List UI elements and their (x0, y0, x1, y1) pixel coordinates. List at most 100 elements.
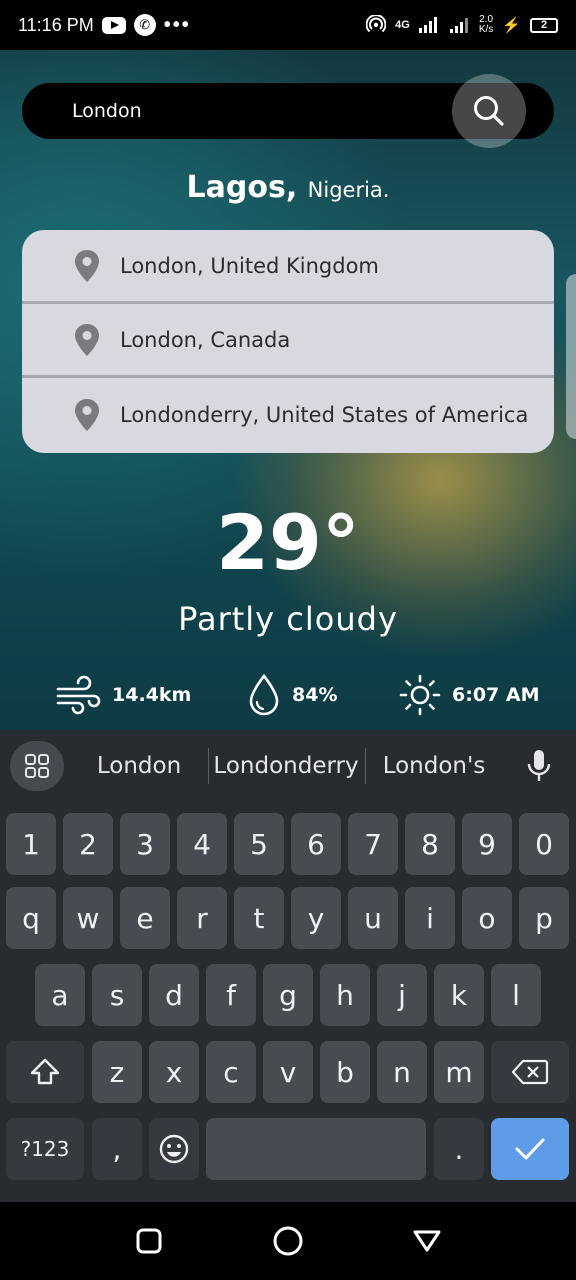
side-panel-handle[interactable] (566, 274, 576, 439)
data-speed: 2.0 K/s (479, 15, 493, 35)
key-g[interactable]: g (263, 964, 313, 1026)
result-label: London, United Kingdom (120, 253, 379, 278)
checkmark-icon (515, 1138, 545, 1160)
search-icon (474, 96, 504, 126)
key-s[interactable]: s (92, 964, 142, 1026)
key-1[interactable]: 1 (6, 813, 56, 875)
keyboard: London Londonderry London's 1 2 3 4 5 6 … (0, 730, 576, 1202)
back-button[interactable] (410, 1224, 444, 1258)
key-o[interactable]: o (462, 887, 512, 949)
suggestion-bar: London Londonderry London's (0, 730, 576, 802)
humidity-value: 84% (292, 684, 338, 706)
search-result-item[interactable]: London, United Kingdom (22, 230, 554, 304)
key-a[interactable]: a (35, 964, 85, 1026)
key-f[interactable]: f (206, 964, 256, 1026)
suggestion-item[interactable]: London's (368, 746, 500, 786)
wind-stat: 14.4km (56, 670, 191, 720)
key-9[interactable]: 9 (462, 813, 512, 875)
wind-icon (56, 675, 101, 715)
suggestion-divider (365, 748, 366, 784)
key-d[interactable]: d (149, 964, 199, 1026)
result-label: London, Canada (120, 327, 291, 352)
key-6[interactable]: 6 (291, 813, 341, 875)
suggestion-divider (208, 748, 209, 784)
search-results: London, United Kingdom London, Canada Lo… (22, 230, 554, 453)
more-notifications-icon: ••• (163, 13, 191, 36)
key-k[interactable]: k (434, 964, 484, 1026)
key-z[interactable]: z (92, 1041, 142, 1103)
temperature: 29° (216, 498, 360, 587)
key-n[interactable]: n (377, 1041, 427, 1103)
key-v[interactable]: v (263, 1041, 313, 1103)
emoji-icon (159, 1134, 189, 1164)
sunrise-value: 6:07 AM (452, 684, 540, 706)
search-result-item[interactable]: Londonderry, United States of America (22, 378, 554, 452)
key-h[interactable]: h (320, 964, 370, 1026)
shift-key[interactable] (6, 1041, 84, 1103)
microphone-button[interactable] (522, 746, 556, 786)
key-7[interactable]: 7 (348, 813, 398, 875)
status-time: 11:16 PM (18, 14, 94, 35)
home-button[interactable] (271, 1224, 305, 1258)
country-name: Nigeria. (307, 178, 390, 202)
current-location: Lagos, Nigeria. (0, 170, 576, 205)
symbols-key[interactable]: ?123 (6, 1118, 84, 1180)
suggestion-item[interactable]: London (80, 746, 198, 786)
key-q[interactable]: q (6, 887, 56, 949)
youtube-icon (101, 16, 126, 34)
key-5[interactable]: 5 (234, 813, 284, 875)
humidity-stat: 84% (246, 670, 337, 720)
hotspot-icon (366, 15, 387, 33)
enter-key[interactable] (491, 1118, 569, 1180)
search-button[interactable] (452, 74, 526, 148)
key-2[interactable]: 2 (63, 813, 113, 875)
sun-icon (399, 674, 441, 716)
water-drop-icon (249, 673, 279, 716)
period-key[interactable]: . (434, 1118, 484, 1180)
key-3[interactable]: 3 (120, 813, 170, 875)
key-8[interactable]: 8 (405, 813, 455, 875)
key-x[interactable]: x (149, 1041, 199, 1103)
map-pin-icon (72, 398, 102, 432)
comma-key[interactable]: , (92, 1118, 142, 1180)
city-name: Lagos, (186, 170, 298, 205)
key-j[interactable]: j (377, 964, 427, 1026)
recents-icon (136, 1228, 162, 1254)
key-r[interactable]: r (177, 887, 227, 949)
apps-grid-icon (25, 754, 49, 778)
weather-app: Lagos, Nigeria. London, United Kingdom L… (0, 50, 576, 730)
shift-icon (30, 1058, 60, 1085)
search-result-item[interactable]: London, Canada (22, 304, 554, 378)
recents-button[interactable] (132, 1224, 166, 1258)
search-input[interactable] (72, 83, 452, 139)
whatsapp-icon: ✆ (133, 14, 156, 36)
key-u[interactable]: u (348, 887, 398, 949)
key-w[interactable]: w (63, 887, 113, 949)
emoji-key[interactable] (149, 1118, 199, 1180)
key-p[interactable]: p (519, 887, 569, 949)
map-pin-icon (72, 249, 102, 283)
key-t[interactable]: t (234, 887, 284, 949)
key-l[interactable]: l (491, 964, 541, 1026)
key-4[interactable]: 4 (177, 813, 227, 875)
backspace-key[interactable] (491, 1041, 569, 1103)
result-label: Londonderry, United States of America (120, 403, 529, 427)
keyboard-menu-button[interactable] (10, 741, 64, 791)
signal-2-icon (449, 18, 468, 33)
key-e[interactable]: e (120, 887, 170, 949)
key-c[interactable]: c (206, 1041, 256, 1103)
key-i[interactable]: i (405, 887, 455, 949)
microphone-icon (527, 750, 551, 781)
battery-icon: 2 (530, 17, 558, 33)
navigation-bar (0, 1202, 576, 1280)
space-key[interactable] (206, 1118, 426, 1180)
backspace-icon (511, 1059, 549, 1085)
key-m[interactable]: m (434, 1041, 484, 1103)
wind-value: 14.4km (112, 684, 192, 706)
suggestion-item[interactable]: Londonderry (212, 746, 360, 786)
weather-stats: 14.4km 84% 6:07 AM (0, 670, 576, 720)
key-b[interactable]: b (320, 1041, 370, 1103)
key-y[interactable]: y (291, 887, 341, 949)
key-0[interactable]: 0 (519, 813, 569, 875)
status-bar: 11:16 PM ✆ ••• 4G 2.0 K/s ⚡ 2 (0, 0, 576, 50)
